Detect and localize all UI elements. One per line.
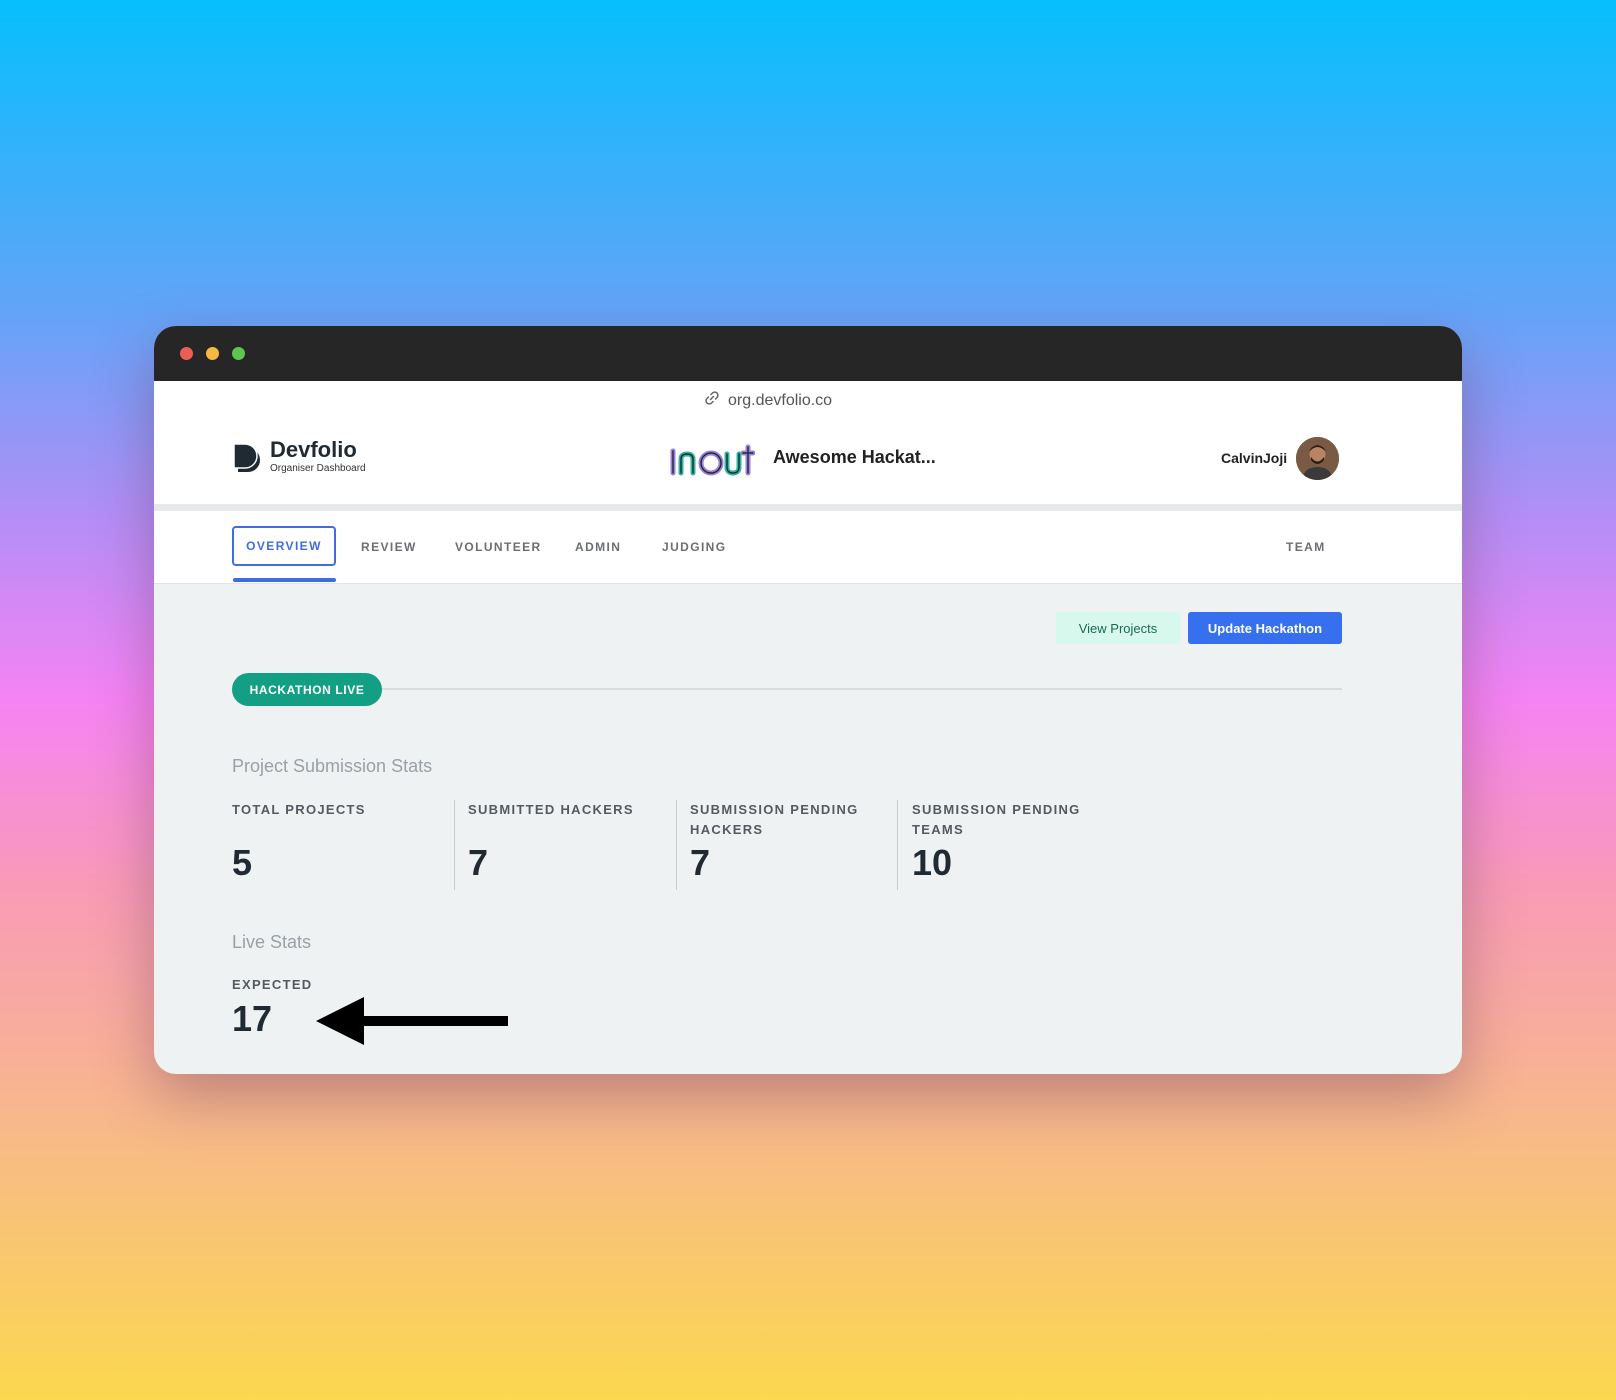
brand-name: Devfolio xyxy=(270,437,357,462)
tab-team[interactable]: TEAM xyxy=(1286,540,1326,554)
stat-label: TOTAL PROJECTS xyxy=(232,802,366,817)
stat-value: 5 xyxy=(232,842,253,883)
stat-divider xyxy=(897,800,898,890)
stat-value: 7 xyxy=(468,842,489,883)
tab-volunteer[interactable]: VOLUNTEER xyxy=(455,540,542,554)
status-badge: HACKATHON LIVE xyxy=(232,673,382,706)
expected-label: EXPECTED xyxy=(232,977,313,992)
view-projects-button[interactable]: View Projects xyxy=(1056,612,1180,644)
stat-pending-hackers: SUBMISSION PENDING HACKERS 7 xyxy=(690,800,880,890)
app-header: Devfolio Organiser Dashboard Awesome Hac… xyxy=(154,417,1462,504)
project-stats-title: Project Submission Stats xyxy=(232,756,433,776)
active-tab-indicator xyxy=(233,578,336,582)
tab-admin[interactable]: ADMIN xyxy=(575,540,621,554)
tab-judging[interactable]: JUDGING xyxy=(662,540,726,554)
arrow-left-icon xyxy=(316,997,508,1045)
stat-divider xyxy=(676,800,677,890)
update-hackathon-button[interactable]: Update Hackathon xyxy=(1188,612,1342,644)
tab-review[interactable]: REVIEW xyxy=(361,540,417,554)
browser-window: org.devfolio.co Devfolio Organiser Dashb… xyxy=(154,326,1462,1074)
close-window-button[interactable] xyxy=(180,347,193,360)
expected-value: 17 xyxy=(232,998,273,1039)
url-display[interactable]: org.devfolio.co xyxy=(704,390,832,411)
maximize-window-button[interactable] xyxy=(232,347,245,360)
event-logo-icon xyxy=(670,444,755,476)
stat-divider xyxy=(454,800,455,890)
event-name[interactable]: Awesome Hackat... xyxy=(773,447,936,468)
devfolio-logo-icon[interactable] xyxy=(232,441,262,474)
stat-total-projects: TOTAL PROJECTS 5 xyxy=(232,800,422,890)
stat-label: SUBMITTED HACKERS xyxy=(468,802,634,817)
window-titlebar xyxy=(154,326,1462,381)
avatar[interactable] xyxy=(1296,437,1339,480)
stat-value: 10 xyxy=(912,842,953,883)
tab-overview[interactable]: OVERVIEW xyxy=(232,526,336,566)
link-icon xyxy=(704,390,720,411)
url-text: org.devfolio.co xyxy=(728,391,833,409)
header-divider xyxy=(154,504,1462,511)
stat-label: SUBMISSION PENDING HACKERS xyxy=(690,802,859,837)
stat-submitted-hackers: SUBMITTED HACKERS 7 xyxy=(468,800,658,890)
address-bar[interactable]: org.devfolio.co xyxy=(154,381,1462,417)
live-stats-title: Live Stats xyxy=(232,932,312,952)
stat-label: SUBMISSION PENDING TEAMS xyxy=(912,802,1081,837)
brand-subtitle: Organiser Dashboard xyxy=(270,463,366,474)
status-divider xyxy=(382,688,1342,690)
stat-value: 7 xyxy=(690,842,711,883)
stat-pending-teams: SUBMISSION PENDING TEAMS 10 xyxy=(912,800,1102,890)
minimize-window-button[interactable] xyxy=(206,347,219,360)
username[interactable]: CalvinJoji xyxy=(1221,450,1287,466)
nav-tabs: OVERVIEW REVIEW VOLUNTEER ADMIN JUDGING … xyxy=(154,511,1462,584)
